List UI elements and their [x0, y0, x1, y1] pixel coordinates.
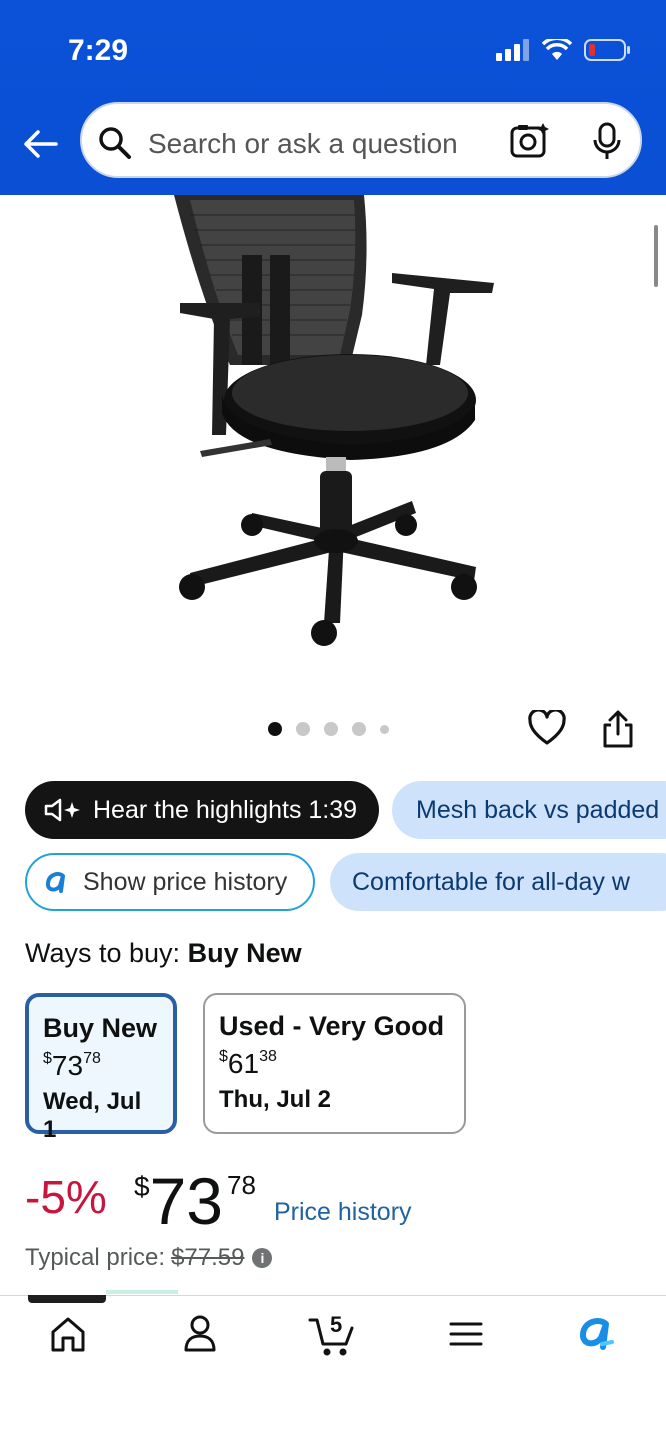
carousel-dot[interactable] — [380, 724, 389, 734]
typical-price-value: $77.59 — [171, 1244, 245, 1271]
used-very-good-option[interactable]: Used - Very Good $6138 Thu, Jul 2 — [203, 993, 466, 1134]
header-bar: 7:29 Search or ask a question — [0, 0, 666, 195]
carousel-dot[interactable] — [296, 722, 310, 736]
status-time: 7:29 — [68, 34, 129, 67]
image-carousel-dots[interactable] — [268, 722, 389, 736]
typical-price-label: Typical price: — [25, 1244, 166, 1271]
carousel-dot[interactable] — [268, 722, 282, 736]
ways-to-buy-label: Ways to buy: — [25, 938, 181, 968]
comfortable-chip[interactable]: Comfortable for all-day w — [330, 853, 666, 911]
option-title: Buy New — [43, 1013, 158, 1043]
price-history-link[interactable]: Price history — [274, 1198, 412, 1227]
search-input[interactable]: Search or ask a question — [148, 128, 458, 160]
rufus-icon — [45, 872, 65, 893]
ways-to-buy: Ways to buy: Buy New — [25, 938, 302, 969]
discount-percent: -5% — [25, 1171, 107, 1223]
option-delivery-date: Wed, Jul 1 — [43, 1088, 142, 1143]
menu-icon[interactable] — [448, 1314, 484, 1354]
option-price: $7378 — [43, 1050, 101, 1081]
camera-lens-icon[interactable] — [510, 122, 550, 160]
status-icons — [496, 38, 632, 62]
info-icon[interactable]: i — [252, 1248, 273, 1268]
carousel-dot[interactable] — [324, 722, 338, 736]
price-fraction: 78 — [227, 1170, 256, 1200]
hear-highlights-label: Hear the highlights 1:39 — [93, 795, 358, 824]
signal-icon — [496, 39, 529, 61]
carousel-dot[interactable] — [352, 722, 366, 736]
price-display: $73 78 — [134, 1163, 256, 1239]
heart-icon[interactable] — [528, 710, 566, 746]
active-tab-indicator — [28, 1295, 106, 1303]
progress-strip — [106, 1290, 178, 1294]
home-icon[interactable] — [48, 1314, 88, 1354]
search-bar[interactable]: Search or ask a question — [80, 102, 642, 178]
hear-highlights-chip[interactable]: Hear the highlights 1:39 — [25, 781, 379, 839]
option-delivery-date: Thu, Jul 2 — [219, 1086, 332, 1113]
price-currency: $ — [134, 1171, 150, 1202]
mesh-back-label: Mesh back vs padded — [416, 795, 660, 824]
ways-to-buy-selected: Buy New — [187, 938, 302, 968]
wifi-icon — [542, 39, 572, 60]
show-price-history-chip[interactable]: Show price history — [25, 853, 315, 911]
mesh-back-chip[interactable]: Mesh back vs padded — [392, 781, 666, 839]
battery-icon — [584, 39, 630, 61]
search-icon — [99, 127, 131, 159]
comfortable-label: Comfortable for all-day w — [352, 867, 630, 896]
show-price-history-label: Show price history — [83, 867, 288, 896]
option-title: Used - Very Good — [219, 1011, 445, 1041]
cart-count: 5 — [330, 1312, 343, 1337]
scroll-indicator[interactable] — [654, 225, 658, 287]
rufus-icon[interactable] — [578, 1314, 618, 1354]
buy-new-option[interactable]: Buy New $7378 Wed, Jul 1 — [25, 993, 177, 1143]
price-whole: 73 — [149, 1164, 223, 1238]
office-chair-image[interactable] — [150, 195, 510, 665]
share-icon[interactable] — [602, 710, 634, 748]
account-icon[interactable] — [182, 1314, 218, 1354]
typical-price: Typical price: $77.59 i — [25, 1244, 273, 1272]
microphone-icon[interactable] — [592, 122, 622, 162]
option-price: $6138 — [219, 1048, 277, 1079]
speaker-sparkle-icon — [44, 798, 80, 822]
back-arrow-icon[interactable] — [20, 124, 60, 164]
